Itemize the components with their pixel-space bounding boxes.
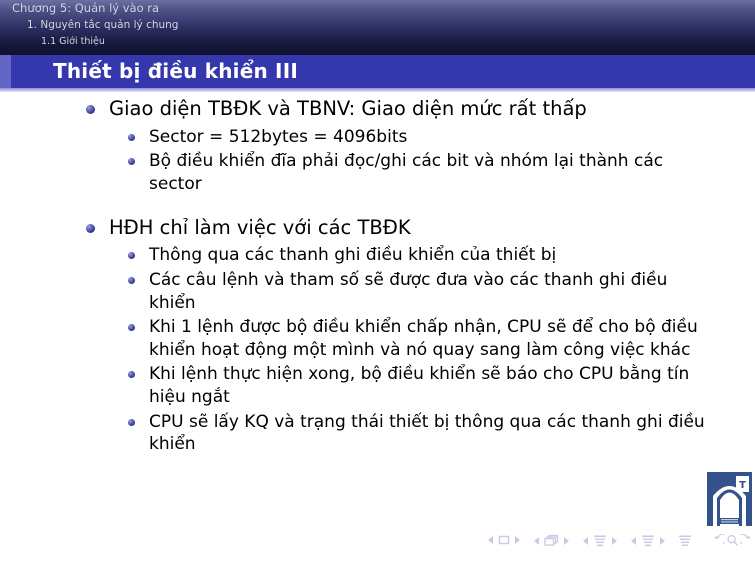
bullet-dot-icon bbox=[86, 223, 95, 233]
prev-slide-icon[interactable] bbox=[487, 535, 494, 545]
bullet-text: Thông qua các thanh ghi điều khiển của t… bbox=[149, 245, 557, 266]
next-slide-icon[interactable] bbox=[514, 535, 521, 545]
bullet-text: CPU sẽ lấy KQ và trạng thái thiết bị thô… bbox=[149, 411, 705, 455]
list-item: Khi 1 lệnh được bộ điều khiển chấp nhận,… bbox=[127, 316, 707, 361]
lines-medium-icon[interactable] bbox=[641, 534, 655, 548]
bullet-text: Sector = 512bytes = 4096bits bbox=[149, 126, 408, 147]
bullet-dot-icon bbox=[86, 105, 95, 114]
bullet-list-level2: Thông qua các thanh ghi điều khiển của t… bbox=[109, 244, 709, 455]
breadcrumb-section[interactable]: 1. Nguyên tắc quản lý chung bbox=[27, 20, 178, 31]
list-item: HĐH chỉ làm việc với các TBĐK Thông qua … bbox=[86, 215, 709, 456]
list-item: CPU sẽ lấy KQ và trạng thái thiết bị thô… bbox=[127, 411, 707, 456]
bullet-dot-icon bbox=[128, 418, 135, 426]
stacked-frames-icon[interactable] bbox=[544, 534, 559, 547]
svg-text:T: T bbox=[739, 480, 746, 491]
bullet-dot-icon bbox=[128, 133, 135, 141]
title-left-accent-band bbox=[0, 55, 11, 88]
frame-nav-group[interactable] bbox=[533, 534, 570, 547]
square-frame-icon[interactable] bbox=[498, 534, 510, 546]
breadcrumb-subsection[interactable]: 1.1 Giới thiệu bbox=[41, 37, 105, 47]
bullet-text: Giao diện TBĐK và TBNV: Giao diện mức rấ… bbox=[109, 97, 587, 120]
lines-large-icon[interactable] bbox=[678, 534, 692, 548]
section-nav-group[interactable] bbox=[630, 534, 666, 548]
page-title: Thiết bị điều khiển III bbox=[53, 59, 298, 83]
next-section-icon[interactable] bbox=[659, 536, 666, 546]
prev-subsection-icon[interactable] bbox=[582, 536, 589, 546]
bullet-dot-icon bbox=[128, 276, 135, 284]
list-item: Bộ điều khiển đĩa phải đọc/ghi các bit v… bbox=[127, 150, 707, 195]
list-item: Sector = 512bytes = 4096bits bbox=[127, 126, 707, 149]
institution-arch-logo-svg: T bbox=[707, 472, 752, 526]
bullet-text: Khi 1 lệnh được bộ điều khiển chấp nhận,… bbox=[149, 317, 698, 360]
lines-small-icon[interactable] bbox=[593, 534, 607, 548]
document-controls-group[interactable] bbox=[712, 534, 753, 547]
redo-arrow-icon[interactable] bbox=[740, 534, 753, 547]
breadcrumb-chapter[interactable]: Chương 5: Quản lý vào ra bbox=[12, 2, 159, 15]
list-item: Thông qua các thanh ghi điều khiển của t… bbox=[127, 244, 707, 267]
bullet-dot-icon bbox=[128, 252, 135, 260]
bullet-list-level2: Sector = 512bytes = 4096bits Bộ điều khi… bbox=[109, 126, 709, 196]
presentation-nav-group[interactable] bbox=[678, 534, 692, 548]
list-item: Các câu lệnh và tham số sẽ được đưa vào … bbox=[127, 269, 707, 314]
magnifier-icon[interactable] bbox=[726, 534, 739, 547]
list-item: Giao diện TBĐK và TBNV: Giao diện mức rấ… bbox=[86, 96, 709, 196]
next-subsection-icon[interactable] bbox=[611, 536, 618, 546]
bullet-dot-icon bbox=[128, 371, 135, 379]
prev-frame-icon[interactable] bbox=[533, 536, 540, 546]
next-frame-icon[interactable] bbox=[563, 536, 570, 546]
bullet-dot-icon bbox=[128, 158, 135, 166]
list-spacer bbox=[0, 202, 755, 215]
list-item: Khi lệnh thực hiện xong, bộ điều khiển s… bbox=[127, 363, 707, 408]
undo-arrow-icon[interactable] bbox=[712, 534, 725, 547]
bullet-text: HĐH chỉ làm việc với các TBĐK bbox=[109, 215, 411, 239]
slide-title-bar: Thiết bị điều khiển III bbox=[0, 55, 755, 88]
bullet-text: Bộ điều khiển đĩa phải đọc/ghi các bit v… bbox=[149, 151, 664, 194]
institution-arch-logo: T bbox=[706, 470, 753, 528]
bullet-dot-icon bbox=[128, 324, 135, 332]
bullet-list-level1: Giao diện TBĐK và TBNV: Giao diện mức rấ… bbox=[0, 96, 755, 456]
bullet-text: Khi lệnh thực hiện xong, bộ điều khiển s… bbox=[149, 364, 690, 407]
bullet-text: Các câu lệnh và tham số sẽ được đưa vào … bbox=[149, 269, 668, 313]
subsection-nav-group[interactable] bbox=[582, 534, 618, 548]
prev-section-icon[interactable] bbox=[630, 536, 637, 546]
beamer-navigation-bar bbox=[0, 530, 755, 556]
slide-header: Chương 5: Quản lý vào ra 1. Nguyên tắc q… bbox=[0, 0, 755, 55]
slide-nav-group[interactable] bbox=[487, 534, 521, 546]
title-underline bbox=[0, 88, 755, 92]
slide-content: Giao diện TBĐK và TBNV: Giao diện mức rấ… bbox=[0, 96, 755, 526]
